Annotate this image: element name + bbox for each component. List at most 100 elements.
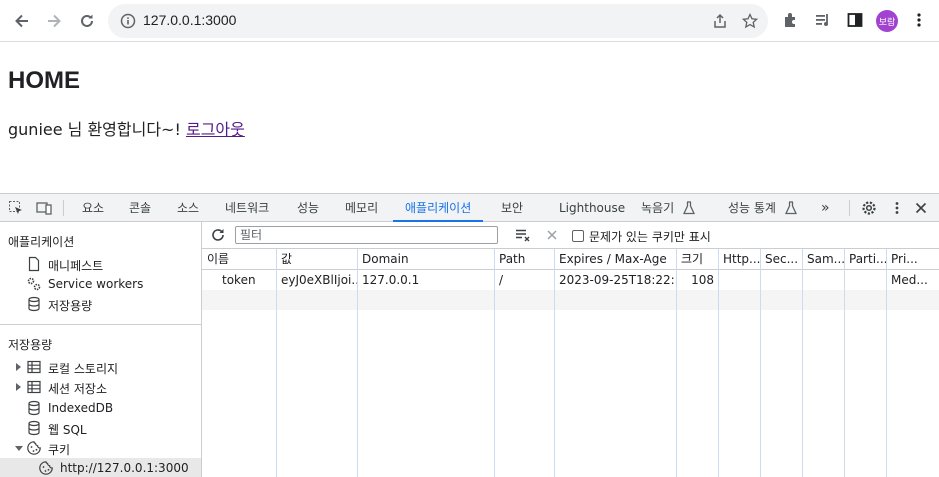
reload-button[interactable] <box>73 7 101 35</box>
toolbar-divider <box>63 200 64 216</box>
cell-expires[interactable]: 2023-09-25T18:22:... <box>554 270 676 290</box>
tab-console[interactable]: 콘솔 <box>129 194 151 222</box>
cell-value[interactable]: eyJ0eXBlIjoi... <box>276 270 357 290</box>
device-toolbar-icon[interactable] <box>36 200 52 216</box>
sidebar-section-application: 애플리케이션 <box>8 235 75 249</box>
sidebar-item-cookie-origin[interactable]: http://127.0.0.1:3000 <box>0 458 201 477</box>
gear-icon[interactable] <box>861 200 877 216</box>
inspect-element-icon[interactable] <box>8 200 24 216</box>
tab-performance[interactable]: 성능 <box>297 194 319 222</box>
welcome-message: guniee 님 환영합니다~! 로그아웃 <box>8 116 245 140</box>
tab-lighthouse[interactable]: Lighthouse <box>559 194 625 222</box>
cell-domain[interactable]: 127.0.0.1 <box>357 270 494 290</box>
cell-httponly[interactable] <box>718 270 760 290</box>
table-icon <box>27 380 41 394</box>
column-divider[interactable] <box>886 249 887 477</box>
sidebar-item-web-sql[interactable]: 웹 SQL <box>0 418 201 438</box>
reload-icon <box>81 14 93 27</box>
column-header-secure[interactable]: Sec... <box>760 249 802 270</box>
database-icon <box>28 400 40 416</box>
sidebar-item-label: 세션 저장소 <box>48 382 108 396</box>
logout-link[interactable]: 로그아웃 <box>186 120 245 139</box>
collapse-arrow-icon[interactable] <box>15 446 23 451</box>
close-icon[interactable] <box>913 200 929 216</box>
sidebar-item-storage[interactable]: 저장용량 <box>0 294 201 314</box>
column-divider[interactable] <box>494 249 495 477</box>
column-header-size[interactable]: 크기 <box>676 249 718 270</box>
back-button[interactable] <box>8 7 36 35</box>
table-row-empty <box>202 290 939 310</box>
page-content: HOME guniee 님 환영합니다~! 로그아웃 <box>0 43 939 193</box>
column-header-partition[interactable]: Parti... <box>844 249 886 270</box>
column-divider[interactable] <box>276 249 277 477</box>
tab-sources[interactable]: 소스 <box>177 194 199 222</box>
cookies-table: 이름 값 Domain Path Expires / Max-Age 크기 Ht… <box>202 249 939 477</box>
column-header-domain[interactable]: Domain <box>357 249 494 270</box>
side-panel-icon[interactable] <box>846 11 864 29</box>
sidebar-item-cookies[interactable]: 쿠키 <box>0 438 201 458</box>
forward-button[interactable] <box>40 7 68 35</box>
column-header-samesite[interactable]: Sam... <box>802 249 844 270</box>
welcome-text: guniee 님 환영합니다~! <box>8 120 186 139</box>
tab-elements[interactable]: 요소 <box>82 194 104 222</box>
sidebar-item-indexeddb[interactable]: IndexedDB <box>0 398 201 418</box>
sidebar-item-service-workers[interactable]: Service workers <box>0 274 201 294</box>
cookies-toolbar: 필터 문제가 있는 쿠키만 표시 <box>202 222 939 249</box>
profile-avatar[interactable]: 보람 <box>876 10 898 32</box>
delete-selected-icon[interactable] <box>544 227 560 243</box>
tab-performance-insights[interactable]: 성능 통계 <box>728 194 776 222</box>
cell-path[interactable]: / <box>494 270 554 290</box>
cell-samesite[interactable] <box>802 270 844 290</box>
share-icon[interactable] <box>712 13 728 29</box>
application-sidebar: 애플리케이션 매니페스트 Service workers 저장용량 저장용량 로… <box>0 222 202 477</box>
cell-priority[interactable]: Med... <box>886 270 939 290</box>
page-title: HOME <box>8 67 80 94</box>
document-icon <box>28 256 40 272</box>
browser-toolbar: 127.0.0.1:3000 보람 <box>0 0 939 42</box>
expand-arrow-icon[interactable] <box>16 363 21 371</box>
gears-icon <box>27 277 41 291</box>
column-header-value[interactable]: 값 <box>276 249 357 270</box>
column-divider[interactable] <box>357 249 358 477</box>
column-header-expires[interactable]: Expires / Max-Age <box>554 249 676 270</box>
media-control-icon[interactable] <box>814 11 832 29</box>
tab-memory[interactable]: 메모리 <box>345 194 378 222</box>
cell-partition[interactable] <box>844 270 886 290</box>
tab-recorder[interactable]: 녹음기 <box>641 194 674 222</box>
column-divider[interactable] <box>718 249 719 477</box>
sidebar-item-label: IndexedDB <box>48 401 114 415</box>
kebab-menu-icon[interactable] <box>889 200 905 216</box>
column-header-httponly[interactable]: Http... <box>718 249 760 270</box>
more-menu-icon[interactable] <box>910 11 928 29</box>
star-icon[interactable] <box>742 13 758 29</box>
sidebar-item-session-storage[interactable]: 세션 저장소 <box>0 377 201 397</box>
expand-arrow-icon[interactable] <box>16 383 21 391</box>
more-tabs-button[interactable]: » <box>821 194 830 222</box>
info-icon[interactable] <box>120 13 136 29</box>
column-divider[interactable] <box>554 249 555 477</box>
address-bar[interactable]: 127.0.0.1:3000 <box>108 4 768 38</box>
cell-secure[interactable] <box>760 270 802 290</box>
cell-size[interactable]: 108 <box>676 270 718 290</box>
column-divider[interactable] <box>802 249 803 477</box>
clear-all-icon[interactable] <box>515 227 531 243</box>
sidebar-item-manifest[interactable]: 매니페스트 <box>0 254 201 274</box>
column-header-path[interactable]: Path <box>494 249 554 270</box>
tab-application[interactable]: 애플리케이션 <box>393 194 484 222</box>
sidebar-item-label: 쿠키 <box>48 443 71 457</box>
column-header-name[interactable]: 이름 <box>202 249 276 270</box>
extensions-icon[interactable] <box>782 11 800 29</box>
column-divider[interactable] <box>760 249 761 477</box>
refresh-icon[interactable] <box>210 227 226 243</box>
column-header-priority[interactable]: Pri... <box>886 249 939 270</box>
column-divider[interactable] <box>676 249 677 477</box>
tab-security[interactable]: 보안 <box>501 194 523 222</box>
column-divider[interactable] <box>844 249 845 477</box>
tab-network[interactable]: 네트워크 <box>225 194 269 222</box>
sidebar-item-local-storage[interactable]: 로컬 스토리지 <box>0 357 201 377</box>
only-issues-checkbox[interactable] <box>572 230 584 242</box>
filter-input[interactable]: 필터 <box>235 226 498 244</box>
cell-name[interactable]: token <box>202 270 276 290</box>
sidebar-section-storage: 저장용량 <box>8 338 53 352</box>
only-issues-label: 문제가 있는 쿠키만 표시 <box>589 230 711 244</box>
